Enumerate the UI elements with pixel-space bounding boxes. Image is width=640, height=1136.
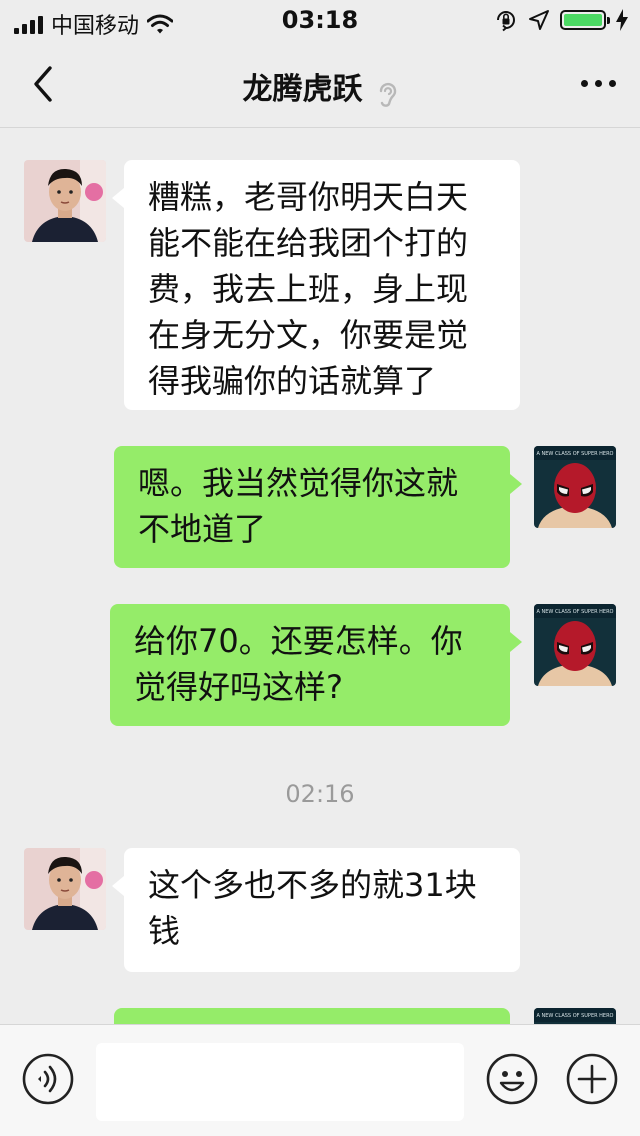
avatar-self[interactable]: A NEW CLASS OF SUPER HERO xyxy=(534,604,616,686)
page-title: 龙腾虎跃 xyxy=(242,72,363,107)
message-line: 给你70。还要怎样。你 xyxy=(134,622,463,660)
message-bubble-sent[interactable]: 嗯。我当然觉得你这就 不地道了 xyxy=(114,446,522,568)
message-line: 不地道了 xyxy=(138,510,267,548)
battery-icon xyxy=(560,10,610,30)
chat-area[interactable]: 糟糕，老哥你明天白天 能不能在给我团个打的 费，我去上班，身上现 在身无分文，你… xyxy=(0,128,640,1024)
message-line: 能不能在给我团个打的 xyxy=(148,224,469,262)
chat-screen: 中国移动 03:18 龙腾虎跃 糟糕，老哥你明天白天 能不能在给我团个打的 费，… xyxy=(0,0,640,1136)
status-right xyxy=(494,8,628,32)
message-bubble-received[interactable]: 糟糕，老哥你明天白天 能不能在给我团个打的 费，我去上班，身上现 在身无分文，你… xyxy=(112,160,520,410)
voice-button[interactable] xyxy=(22,1053,74,1105)
message-input[interactable] xyxy=(96,1043,464,1121)
voice-icon xyxy=(38,1065,57,1093)
message-line: 费，我去上班，身上现 xyxy=(148,270,469,308)
emoji-button[interactable] xyxy=(486,1053,538,1105)
message-timestamp: 02:16 xyxy=(285,780,355,808)
ear-icon xyxy=(379,82,396,107)
avatar-badge-text: A NEW CLASS OF SUPER HERO xyxy=(537,451,614,457)
message-line: 觉得好吗这样? xyxy=(134,668,343,706)
message-bubble-sent[interactable]: 给你70。还要怎样。你 觉得好吗这样? xyxy=(110,604,522,726)
avatar-self[interactable]: A NEW CLASS OF SUPER HERO xyxy=(534,446,616,528)
more-icon xyxy=(581,80,588,87)
more-functions-button[interactable] xyxy=(566,1053,618,1105)
title-wrap: 龙腾虎跃 xyxy=(0,64,640,110)
message-line: 嗯。我当然觉得你这就 xyxy=(138,464,459,502)
input-bar xyxy=(0,1024,640,1136)
message-line: 得我骗你的话就算了 xyxy=(148,362,437,400)
message-line: 糟糕，老哥你明天白天 xyxy=(148,178,469,216)
avatar-badge-text: A NEW CLASS OF SUPER HERO xyxy=(537,1013,614,1019)
orientation-lock-icon xyxy=(497,11,515,32)
more-button[interactable] xyxy=(581,80,616,87)
message-line: 钱 xyxy=(148,912,181,950)
plus-icon xyxy=(566,1053,618,1105)
location-icon xyxy=(529,10,549,30)
charging-icon xyxy=(616,9,628,31)
emoji-icon xyxy=(486,1053,538,1105)
avatar-self[interactable]: A NEW CLASS OF SUPER HERO xyxy=(534,1008,616,1024)
avatar-contact[interactable] xyxy=(24,848,106,930)
avatar-badge-text: A NEW CLASS OF SUPER HERO xyxy=(537,609,614,615)
message-bubble-sent-partial[interactable] xyxy=(114,1008,510,1024)
message-line: 在身无分文，你要是觉 xyxy=(148,316,469,354)
avatar-contact[interactable] xyxy=(24,160,106,242)
message-bubble-received[interactable]: 这个多也不多的就31块 钱 xyxy=(112,848,520,972)
message-line: 这个多也不多的就31块 xyxy=(148,866,477,904)
status-bar: 中国移动 03:18 xyxy=(0,0,640,40)
nav-bar: 龙腾虎跃 xyxy=(0,40,640,128)
